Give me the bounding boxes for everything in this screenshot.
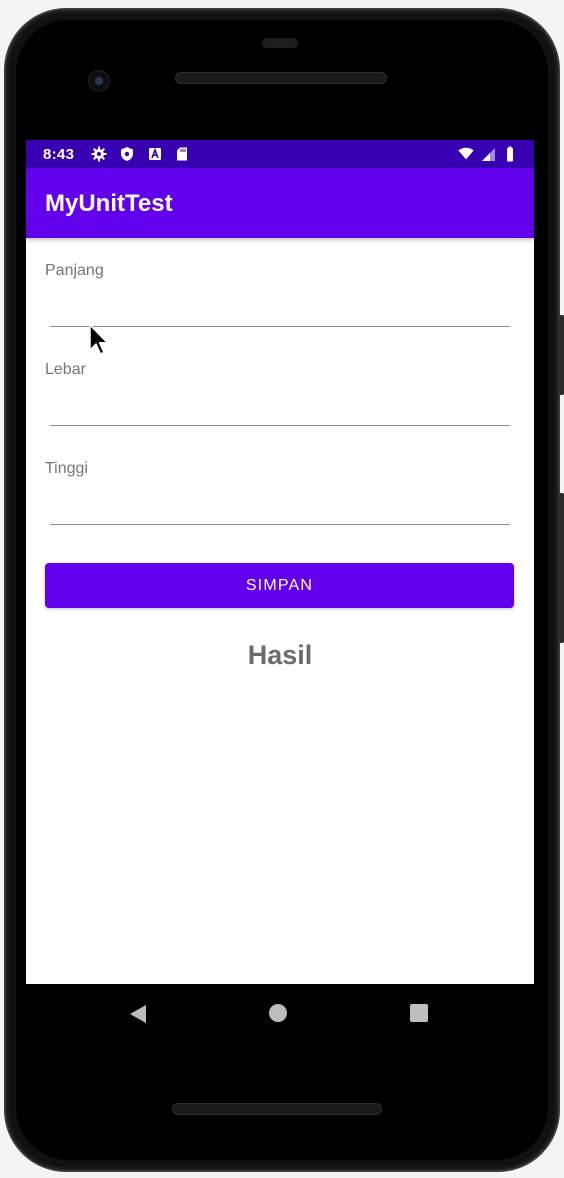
power-button xyxy=(559,493,564,643)
signal-icon xyxy=(482,148,495,161)
back-icon[interactable] xyxy=(128,1004,148,1024)
home-icon[interactable] xyxy=(269,1004,287,1022)
mouse-cursor-icon xyxy=(89,324,109,355)
wifi-icon xyxy=(458,147,474,160)
save-button[interactable]: SIMPAN xyxy=(45,563,514,608)
app-bar: MyUnitTest xyxy=(26,168,534,238)
sd-card-icon xyxy=(177,147,187,161)
result-text: Hasil xyxy=(247,640,313,670)
status-time: 8:43 xyxy=(43,146,75,163)
bottom-speaker xyxy=(172,1103,382,1115)
earpiece xyxy=(262,38,298,48)
app-title: MyUnitTest xyxy=(45,190,173,217)
panjang-input[interactable] xyxy=(50,326,510,327)
status-bar: 8:43 xyxy=(26,140,534,168)
panjang-label: Panjang xyxy=(45,262,104,279)
top-speaker xyxy=(175,72,387,84)
tinggi-input[interactable] xyxy=(50,524,510,525)
a-letter-icon xyxy=(149,147,161,160)
tinggi-label: Tinggi xyxy=(45,460,88,477)
lebar-input[interactable] xyxy=(50,425,510,426)
recent-apps-icon[interactable] xyxy=(410,1004,428,1022)
navigation-bar xyxy=(26,984,534,1042)
front-camera xyxy=(88,70,110,92)
lebar-label: Lebar xyxy=(45,361,86,378)
gear-icon xyxy=(91,146,107,162)
battery-icon xyxy=(507,146,513,162)
volume-button xyxy=(559,315,564,395)
shield-icon xyxy=(121,147,133,161)
device-screen: 8:43 MyUnitTest Panjang Lebar Tinggi SIM… xyxy=(26,140,534,984)
